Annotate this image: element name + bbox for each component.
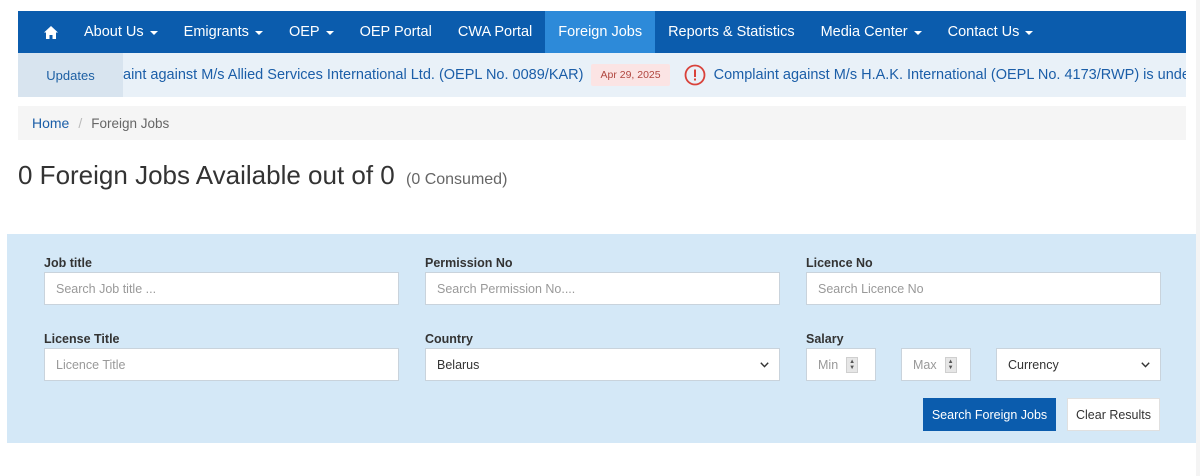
salary-max-input[interactable]: Max ▲ ▼ (901, 348, 971, 381)
licence-no-label: Licence No (806, 256, 873, 270)
number-spinner-icon[interactable]: ▲ ▼ (944, 356, 957, 373)
nav-reports-label: Reports & Statistics (668, 24, 795, 40)
nav-oep-label: OEP (288, 24, 320, 40)
nav-cwa-portal[interactable]: CWA Portal (445, 11, 545, 53)
chevron-down-icon (760, 361, 769, 368)
salary-max-placeholder: Max (913, 357, 937, 372)
caret-down-icon (1025, 31, 1034, 35)
alert-circle-icon (684, 64, 706, 86)
nav-emigrants-label: Emigrants (183, 24, 249, 40)
license-title-label: License Title (44, 332, 120, 346)
breadcrumb: Home / Foreign Jobs (18, 106, 1186, 140)
nav-media-center[interactable]: Media Center (808, 11, 935, 53)
ticker-track: aint against M/s Allied Services Interna… (123, 53, 1186, 97)
nav-reports-statistics[interactable]: Reports & Statistics (655, 11, 808, 53)
nav-home[interactable] (18, 11, 71, 53)
ticker-item-link[interactable]: aint against M/s Allied Services Interna… (123, 67, 583, 83)
breadcrumb-home-link[interactable]: Home (32, 115, 69, 131)
consumed-count: (0 Consumed) (406, 171, 508, 188)
nav-media-center-label: Media Center (820, 24, 908, 40)
nav-about-us-label: About Us (84, 24, 144, 40)
job-title-label: Job title (44, 256, 92, 270)
search-foreign-jobs-button[interactable]: Search Foreign Jobs (923, 398, 1056, 431)
nav-foreign-jobs-label: Foreign Jobs (558, 24, 643, 40)
breadcrumb-separator: / (78, 115, 83, 131)
breadcrumb-current: Foreign Jobs (91, 115, 170, 131)
updates-ticker: Updates aint against M/s Allied Services… (18, 53, 1186, 97)
country-label: Country (425, 332, 473, 346)
nav-about-us[interactable]: About Us (71, 11, 171, 53)
main-navbar: About Us Emigrants OEP OEP Portal CWA Po… (18, 11, 1186, 53)
salary-min-input[interactable]: Min ▲ ▼ (806, 348, 876, 381)
ticker-item-link[interactable]: Complaint against M/s H.A.K. Internation… (714, 67, 1186, 83)
nav-cwa-portal-label: CWA Portal (457, 24, 533, 40)
page-title: 0 Foreign Jobs Available out of 0 (0 Con… (18, 160, 507, 191)
caret-down-icon (913, 31, 922, 35)
home-icon (44, 25, 58, 39)
nav-foreign-jobs[interactable]: Foreign Jobs (545, 11, 656, 53)
currency-select[interactable]: Currency (996, 348, 1161, 381)
clear-results-button[interactable]: Clear Results (1067, 398, 1160, 431)
country-selected-value: Belarus (437, 357, 480, 372)
ticker-label: Updates (18, 53, 123, 97)
caret-down-icon (149, 31, 158, 35)
license-title-input[interactable]: Licence Title (44, 348, 399, 381)
salary-label: Salary (806, 332, 844, 346)
country-select[interactable]: Belarus (425, 348, 780, 381)
number-spinner-icon[interactable]: ▲ ▼ (846, 356, 859, 373)
licence-no-input[interactable]: Search Licence No (806, 272, 1161, 305)
nav-emigrants[interactable]: Emigrants (171, 11, 276, 53)
permission-no-label: Permission No (425, 256, 513, 270)
permission-no-input[interactable]: Search Permission No.... (425, 272, 780, 305)
nav-oep-portal[interactable]: OEP Portal (347, 11, 445, 53)
chevron-down-icon (1141, 361, 1150, 368)
nav-contact-us-label: Contact Us (947, 24, 1020, 40)
job-title-input[interactable]: Search Job title ... (44, 272, 399, 305)
currency-selected-value: Currency (1008, 357, 1059, 372)
caret-down-icon (254, 31, 263, 35)
page-title-text: 0 Foreign Jobs Available out of 0 (18, 160, 395, 190)
ticker-date-badge: Apr 29, 2025 (591, 64, 670, 86)
salary-min-placeholder: Min (818, 357, 839, 372)
nav-oep[interactable]: OEP (276, 11, 347, 53)
nav-oep-portal-label: OEP Portal (359, 24, 432, 40)
nav-contact-us[interactable]: Contact Us (935, 11, 1047, 53)
caret-down-icon (325, 31, 334, 35)
